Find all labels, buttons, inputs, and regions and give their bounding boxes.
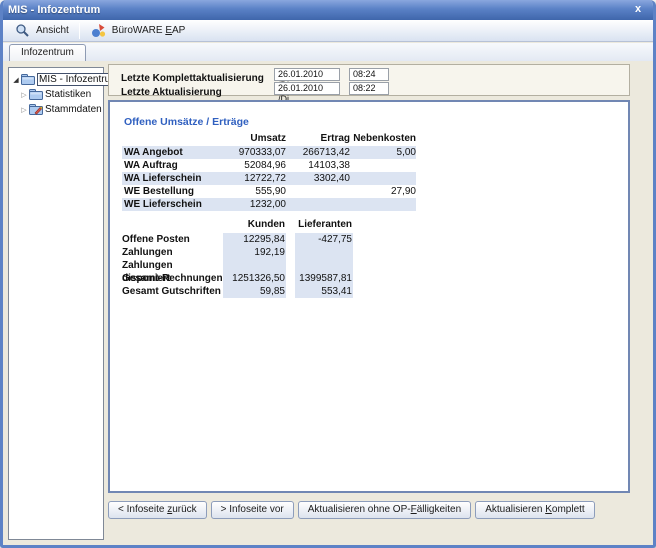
expander-expanded-icon[interactable]: ◢: [12, 76, 20, 84]
window-title: MIS - Infozentrum: [8, 4, 100, 16]
row-label: Gesamt-Rechnungen: [122, 272, 223, 285]
column-header-umsatz: Umsatz: [232, 132, 286, 145]
table-row: Offene Posten 12295,84 -427,75: [122, 233, 352, 246]
column-header-nebenkosten: Nebenkosten: [350, 132, 416, 145]
cell-nebenkosten: [350, 159, 416, 172]
table-header-row: Kunden Lieferanten: [122, 218, 352, 231]
cell-lieferanten: 553,41: [295, 285, 353, 298]
row-label: WA Lieferschein: [122, 172, 232, 185]
cell-kunden: 12295,84: [223, 233, 286, 246]
row-label: WA Angebot: [122, 146, 232, 159]
ansicht-label: Ansicht: [36, 25, 69, 36]
tab-infozentrum[interactable]: Infozentrum: [9, 44, 86, 61]
cell-ertrag: 266713,42: [286, 146, 350, 159]
buroware-eap-button[interactable]: BüroWARE EAP: [83, 21, 193, 40]
status-row: Letzte Komplettaktualisierung 26.01.2010…: [121, 68, 629, 81]
umsaetze-table: Umsatz Ertrag Nebenkosten WA Angebot 970…: [122, 132, 416, 211]
tree-item-mis-infozentrum[interactable]: ◢ MIS - Infozentrum: [9, 72, 103, 87]
status-row: Letzte Aktualisierung 26.01.2010 /Di 08:…: [121, 82, 629, 95]
info-panel: Offene Umsätze / Erträge Umsatz Ertrag N…: [108, 100, 630, 493]
toolbar: Ansicht BüroWARE EAP: [3, 20, 653, 42]
cell-lieferanten: -427,75: [295, 233, 353, 246]
cell-nebenkosten: 27,90: [350, 185, 416, 198]
infoseite-zurueck-button[interactable]: < Infoseite zurück: [108, 501, 207, 519]
table-row: WA Auftrag 52084,96 14103,38: [122, 159, 416, 172]
row-label: WA Auftrag: [122, 159, 232, 172]
infoseite-vor-button[interactable]: > Infoseite vor: [211, 501, 294, 519]
row-label: WE Bestellung: [122, 185, 232, 198]
status-time-field[interactable]: 08:24: [349, 68, 389, 81]
content-area: ◢ MIS - Infozentrum ▷: [3, 61, 653, 545]
tree-item-label: Stammdaten: [45, 104, 102, 115]
column-header-ertrag: Ertrag: [286, 132, 350, 145]
cell-nebenkosten: [350, 198, 416, 211]
aktualisieren-komplett-button[interactable]: Aktualisieren Komplett: [475, 501, 595, 519]
table-row: WA Lieferschein 12722,72 3302,40: [122, 172, 416, 185]
toolbar-separator: [79, 23, 80, 39]
status-date-field[interactable]: 26.01.2010 /Di: [274, 82, 340, 95]
table-row: Gesamt Gutschriften 59,85 553,41: [122, 285, 352, 298]
table-row: Zahlungen 192,19: [122, 246, 352, 259]
status-date-field[interactable]: 26.01.2010 /Di: [274, 68, 340, 81]
table-row: WE Lieferschein 1232,00: [122, 198, 416, 211]
status-label: Letzte Aktualisierung: [121, 87, 222, 98]
tab-label: Infozentrum: [21, 47, 74, 58]
tab-strip: Infozentrum: [3, 43, 653, 61]
column-header-kunden: Kunden: [223, 218, 286, 231]
magnifier-icon: [15, 23, 30, 38]
tree-item-label: Statistiken: [45, 89, 91, 100]
ansicht-button[interactable]: Ansicht: [7, 21, 76, 40]
cell-umsatz: 970333,07: [232, 146, 286, 159]
navigation-tree: ◢ MIS - Infozentrum ▷: [8, 67, 104, 540]
cell-lieferanten: 1399587,81: [295, 272, 353, 285]
table-row: Zahlungen disponiert: [122, 259, 352, 272]
folder-edit-icon: [29, 104, 43, 115]
table-header-row: Umsatz Ertrag Nebenkosten: [122, 132, 416, 145]
tree-item-statistiken[interactable]: ▷ Statistiken: [9, 87, 103, 102]
folder-icon: [21, 74, 35, 85]
table-row: WA Angebot 970333,07 266713,42 5,00: [122, 146, 416, 159]
update-status-box: Letzte Komplettaktualisierung 26.01.2010…: [108, 64, 630, 96]
row-label: Zahlungen: [122, 246, 223, 259]
buroware-logo-icon: [91, 23, 106, 38]
folder-icon: [29, 89, 43, 100]
expander-collapsed-icon[interactable]: ▷: [20, 106, 28, 114]
title-bar[interactable]: MIS - Infozentrum x: [0, 0, 656, 20]
kunden-lieferanten-table: Kunden Lieferanten Offene Posten 12295,8…: [122, 218, 352, 298]
aktualisieren-ohne-op-button[interactable]: Aktualisieren ohne OP-Fälligkeiten: [298, 501, 471, 519]
tree-item-stammdaten[interactable]: ▷ Stammdaten: [9, 102, 103, 117]
panel-title: Offene Umsätze / Erträge: [124, 116, 249, 128]
cell-ertrag: [286, 185, 350, 198]
expander-collapsed-icon[interactable]: ▷: [20, 91, 28, 99]
close-icon: x: [635, 3, 641, 15]
cell-umsatz: 52084,96: [232, 159, 286, 172]
cell-ertrag: 3302,40: [286, 172, 350, 185]
table-row: Gesamt-Rechnungen 1251326,50 1399587,81: [122, 272, 352, 285]
cell-nebenkosten: 5,00: [350, 146, 416, 159]
cell-kunden: 1251326,50: [223, 272, 286, 285]
cell-umsatz: 12722,72: [232, 172, 286, 185]
app-window: MIS - Infozentrum x Ansicht: [0, 0, 656, 548]
row-label: WE Lieferschein: [122, 198, 232, 211]
row-label: Gesamt Gutschriften: [122, 285, 223, 298]
status-time-field[interactable]: 08:22: [349, 82, 389, 95]
cell-umsatz: 1232,00: [232, 198, 286, 211]
cell-ertrag: [286, 198, 350, 211]
cell-ertrag: 14103,38: [286, 159, 350, 172]
footer-button-bar: < Infoseite zurück > Infoseite vor Aktua…: [108, 501, 595, 519]
cell-lieferanten: [295, 246, 353, 259]
table-row: WE Bestellung 555,90 27,90: [122, 185, 416, 198]
column-header-lieferanten: Lieferanten: [295, 218, 353, 231]
row-label: Offene Posten: [122, 233, 223, 246]
cell-nebenkosten: [350, 172, 416, 185]
cell-kunden: 192,19: [223, 246, 286, 259]
cell-umsatz: 555,90: [232, 185, 286, 198]
close-button[interactable]: x: [630, 2, 646, 17]
cell-kunden: 59,85: [223, 285, 286, 298]
buroware-eap-label: BüroWARE EAP: [112, 25, 186, 36]
